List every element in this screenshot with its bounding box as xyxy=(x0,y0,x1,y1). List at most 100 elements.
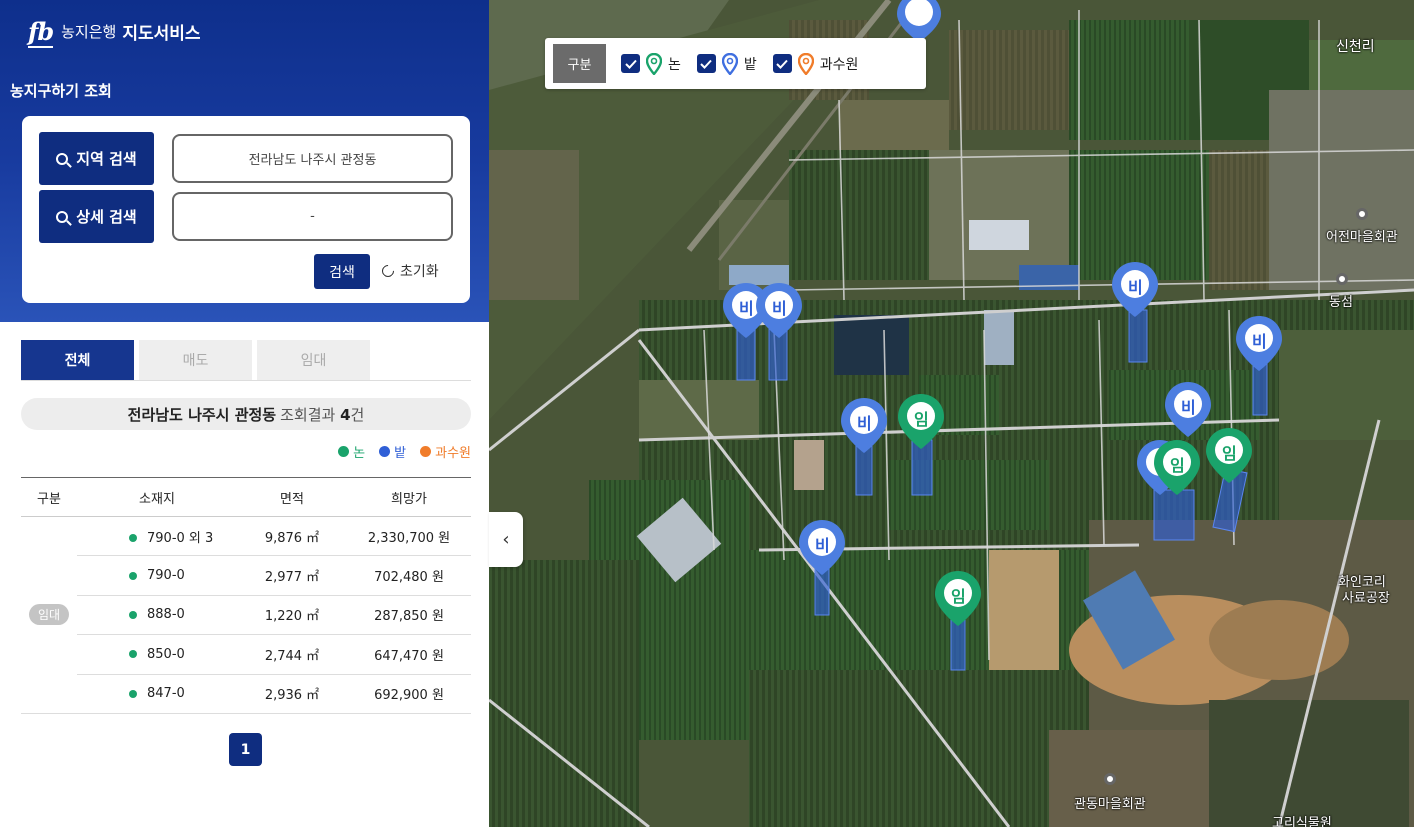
location-text: 888-0 xyxy=(147,607,185,623)
orange-dot-icon xyxy=(420,446,432,457)
panel-header: fb 농지은행 지도서비스 농지구하기 조회 지역 검색 전라남도 나주시 관정… xyxy=(0,0,489,322)
filter-label: 구분 xyxy=(553,44,606,83)
location-text: 847-0 xyxy=(147,686,185,702)
poi-icon xyxy=(1104,773,1116,785)
location-text: 850-0 xyxy=(147,646,185,662)
col-category: 구분 xyxy=(21,477,77,517)
place-label: 신천리 xyxy=(1336,39,1375,55)
legend-orchard-label: 과수원 xyxy=(435,446,471,461)
region-field[interactable]: 전라남도 나주시 관정동 xyxy=(172,134,453,183)
marker-field-label: 비 xyxy=(772,299,787,318)
marker-field[interactable] xyxy=(897,0,941,42)
price-cell: 692,900 원 xyxy=(347,674,471,714)
filter-paddy-toggle[interactable]: 논 xyxy=(621,52,681,75)
col-price: 희망가 xyxy=(347,477,471,517)
app-root: fb 농지은행 지도서비스 농지구하기 조회 지역 검색 전라남도 나주시 관정… xyxy=(0,0,1414,827)
poi-icon xyxy=(1356,208,1368,220)
checkbox-checked-icon[interactable] xyxy=(621,54,640,73)
marker-field-label: 비 xyxy=(857,414,872,433)
tab-lease[interactable]: 임대 xyxy=(257,340,370,380)
table-row[interactable]: 850-0 2,744 ㎡ 647,470 원 xyxy=(21,634,471,675)
green-dot-icon xyxy=(129,610,137,619)
map-filter-bar: 구분 논 밭 과수원 xyxy=(545,38,926,89)
price-cell: 287,850 원 xyxy=(347,595,471,636)
search-button-label: 검색 xyxy=(329,264,355,281)
result-unit: 건 xyxy=(350,405,365,424)
price-cell: 702,480 원 xyxy=(347,555,471,596)
filter-field-toggle[interactable]: 밭 xyxy=(696,52,757,75)
place-label: 관동마을회관 xyxy=(1074,797,1146,812)
marker-paddy-label: 임 xyxy=(1170,456,1185,475)
legend-field: 밭 xyxy=(379,442,406,461)
legend-orchard: 과수원 xyxy=(420,442,471,461)
area-cell: 9,876 ㎡ xyxy=(237,516,347,557)
chevron-left-icon: ‹ xyxy=(502,529,510,550)
place-label: 사료공장 xyxy=(1342,591,1390,606)
price-cell: 647,470 원 xyxy=(347,634,471,675)
marker-field-label: 비 xyxy=(1181,398,1196,417)
result-region: 전라남도 나주시 관정동 xyxy=(127,405,277,424)
price-cell: 2,330,700 원 xyxy=(347,516,471,557)
location-cell: 790-0 외 3 xyxy=(77,516,237,557)
filter-orchard-label: 과수원 xyxy=(819,56,859,73)
region-search-button[interactable]: 지역 검색 xyxy=(39,132,154,185)
marker-field-label: 비 xyxy=(1128,278,1143,297)
marker-layer xyxy=(723,0,1282,626)
reset-button-label: 초기화 xyxy=(400,264,439,280)
area-cell: 1,220 ㎡ xyxy=(237,595,347,636)
section-title: 농지구하기 조회 xyxy=(10,82,112,100)
fb-logo-icon: fb xyxy=(28,16,54,48)
category-badge: 임대 xyxy=(28,604,70,626)
land-type-legend: 논 밭 과수원 xyxy=(324,442,471,461)
result-tabs: 전체 매도 임대 xyxy=(21,340,471,381)
area-cell: 2,744 ㎡ xyxy=(237,634,347,675)
table-header-row: 구분 소재지 면적 희망가 xyxy=(21,477,471,517)
reset-button[interactable]: 초기화 xyxy=(379,261,439,281)
filter-orchard-toggle[interactable]: 과수원 xyxy=(772,52,859,75)
location-cell: 850-0 xyxy=(77,634,237,675)
search-icon xyxy=(56,210,69,223)
checkbox-checked-icon[interactable] xyxy=(772,54,792,73)
orange-pin-icon xyxy=(797,52,814,75)
panel-collapse-button[interactable]: ‹ xyxy=(489,512,523,567)
location-cell: 847-0 xyxy=(77,674,237,714)
col-location: 소재지 xyxy=(77,477,237,517)
search-button[interactable]: 검색 xyxy=(314,254,370,289)
filter-field-label: 밭 xyxy=(743,56,757,73)
marker-paddy-label: 임 xyxy=(1222,444,1237,463)
search-box: 지역 검색 전라남도 나주시 관정동 상세 검색 - 검색 초기화 xyxy=(22,116,470,303)
table-row[interactable]: 888-0 1,220 ㎡ 287,850 원 xyxy=(21,595,471,636)
brand-bank-name: 농지은행 xyxy=(61,22,117,41)
table-row[interactable]: 임대 790-0 외 3 9,876 ㎡ 2,330,700 원 xyxy=(21,516,471,714)
marker-field-label: 비 xyxy=(815,536,830,555)
location-text: 790-0 외 3 xyxy=(147,530,214,546)
result-count-text: 조회결과 4건 xyxy=(280,404,364,425)
brand-service-name: 지도서비스 xyxy=(122,23,201,44)
checkbox-checked-icon[interactable] xyxy=(696,54,716,73)
brand-logo[interactable]: fb 농지은행 지도서비스 xyxy=(28,14,201,48)
region-field-value: 전라남도 나주시 관정동 xyxy=(248,153,377,168)
green-dot-icon xyxy=(129,689,137,698)
green-dot-icon xyxy=(129,650,137,659)
page-1-button[interactable]: 1 xyxy=(229,733,262,766)
refresh-icon xyxy=(379,262,397,280)
detail-search-button[interactable]: 상세 검색 xyxy=(39,190,154,243)
place-label: 어전마을회관 xyxy=(1326,230,1398,245)
result-table: 구분 소재지 면적 희망가 임대 790-0 외 3 9,876 ㎡ 2,330… xyxy=(21,477,471,714)
green-dot-icon xyxy=(338,446,350,457)
blue-dot-icon xyxy=(379,446,391,457)
area-cell: 2,936 ㎡ xyxy=(237,674,347,714)
location-cell: 888-0 xyxy=(77,595,237,636)
detail-field[interactable]: - xyxy=(172,192,453,241)
table-row[interactable]: 790-0 2,977 ㎡ 702,480 원 xyxy=(21,555,471,596)
marker-field-label: 비 xyxy=(739,299,754,318)
location-cell: 790-0 xyxy=(77,555,237,596)
result-count: 4 xyxy=(340,405,351,424)
green-pin-icon xyxy=(646,52,662,75)
location-text: 790-0 xyxy=(147,568,185,584)
side-panel: fb 농지은행 지도서비스 농지구하기 조회 지역 검색 전라남도 나주시 관정… xyxy=(0,0,489,827)
tab-all[interactable]: 전체 xyxy=(21,340,134,380)
marker-paddy-label: 임 xyxy=(914,410,929,429)
table-row[interactable]: 847-0 2,936 ㎡ 692,900 원 xyxy=(21,674,471,714)
tab-sale[interactable]: 매도 xyxy=(139,340,252,380)
